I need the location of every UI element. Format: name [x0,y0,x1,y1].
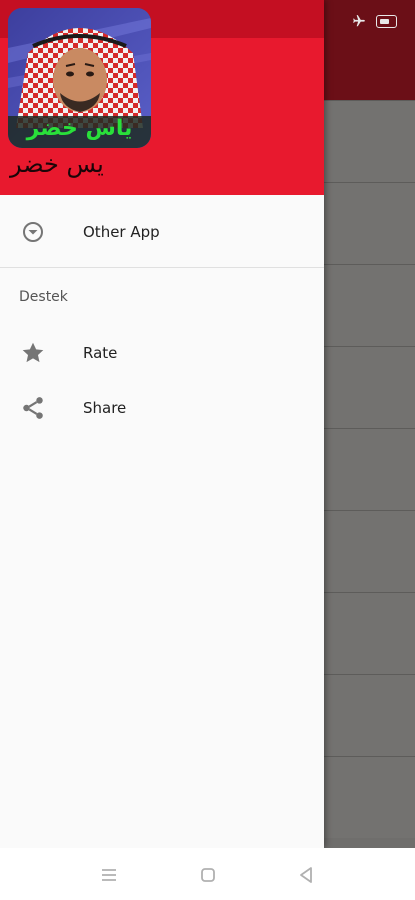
background-list-row [324,100,415,182]
avatar-caption: ياس خضر [26,116,133,141]
home-icon[interactable] [197,864,219,886]
background-list-row [324,674,415,756]
background-list-row [324,264,415,346]
background-list-row [324,756,415,838]
background-list-row [324,592,415,674]
menu-item-label: Rate [83,344,118,362]
app-title: يس خضر [10,150,104,178]
system-navigation-bar [0,848,415,900]
star-icon [20,340,46,366]
menu-item-other-app[interactable]: Other App [0,205,324,259]
battery-icon [376,14,397,28]
back-icon[interactable] [295,864,317,886]
background-list-row [324,510,415,592]
background-list-row [324,182,415,264]
menu-item-label: Other App [83,223,160,241]
menu-icon[interactable] [98,864,120,886]
drawer-header: ياس خضر يس خضر [0,0,324,195]
status-bar-icons [350,14,397,28]
menu-item-share[interactable]: Share [0,381,324,435]
menu-divider [0,267,324,268]
section-header: Destek [19,289,68,305]
dropdown-circle-icon [20,219,46,245]
background-list-row [324,428,415,510]
airplane-icon [353,15,365,27]
background-list-row [324,346,415,428]
share-icon [20,395,46,421]
app-avatar: ياس خضر [8,8,151,148]
menu-item-rate[interactable]: Rate [0,326,324,380]
navigation-drawer: ياس خضر يس خضر Other App Destek Rate Sha… [0,0,324,848]
menu-item-label: Share [83,399,127,417]
